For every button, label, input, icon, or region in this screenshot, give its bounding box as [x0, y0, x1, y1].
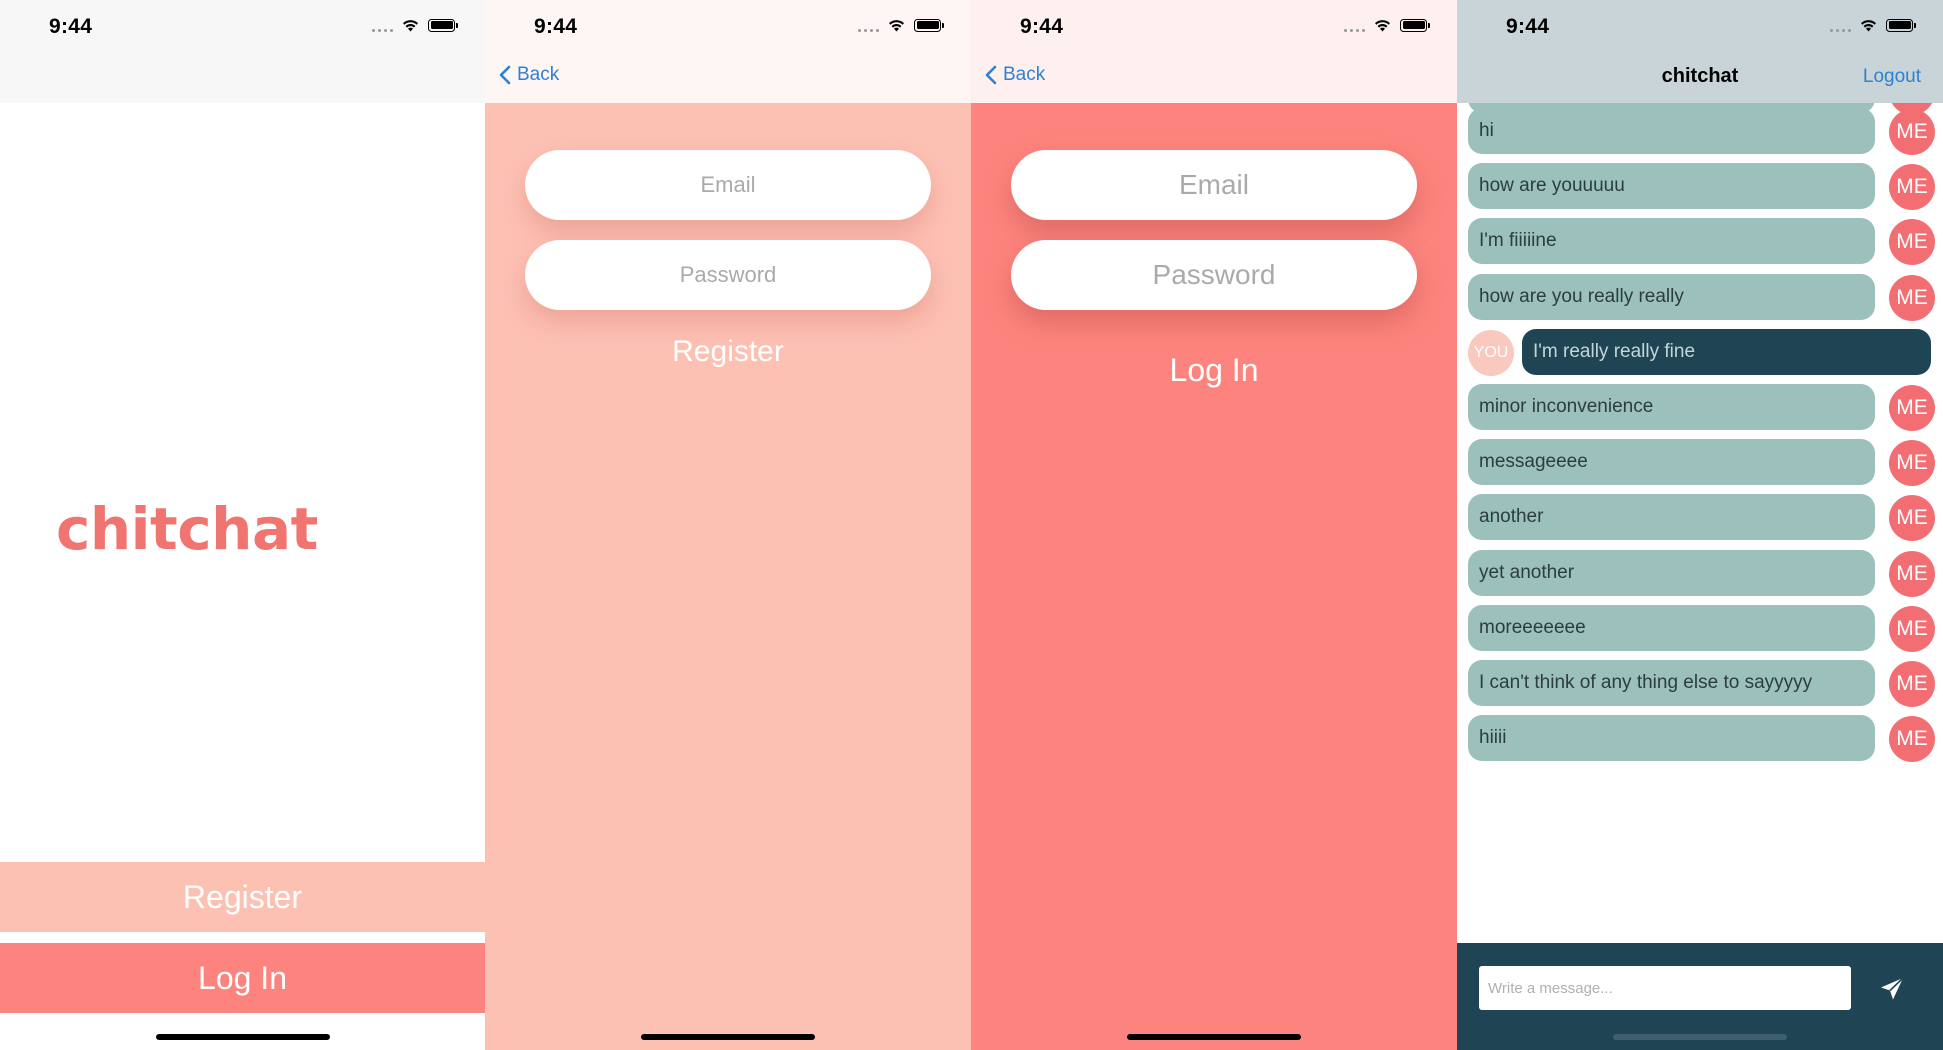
message-row: how are you really really ME	[1457, 273, 1943, 322]
register-button[interactable]: Register	[0, 862, 485, 932]
wifi-icon	[1375, 20, 1390, 32]
message-row: hi ME	[1457, 108, 1943, 156]
message-bubble: another	[1468, 494, 1875, 541]
message-bubble: I can't think of any thing else to sayyy…	[1468, 660, 1875, 706]
cellular-signal-icon	[1344, 18, 1365, 32]
message-bubble: hi	[1468, 108, 1875, 154]
battery-icon	[914, 18, 944, 32]
avatar-me: ME	[1889, 274, 1935, 321]
message-row: minor inconvenience ME	[1457, 384, 1943, 432]
avatar-me: ME	[1889, 385, 1935, 431]
battery-icon	[1886, 18, 1916, 32]
message-bubble: messageeee	[1468, 439, 1875, 486]
message-input[interactable]	[1479, 966, 1851, 1010]
home-indicator[interactable]	[1613, 1034, 1787, 1040]
status-icons	[1344, 18, 1430, 32]
avatar-me: ME	[1889, 605, 1935, 652]
status-icons	[372, 18, 458, 32]
status-time: 9:44	[534, 15, 578, 38]
password-field[interactable]	[525, 240, 931, 310]
wifi-icon	[403, 20, 418, 32]
message-row: how are youuuuu ME	[1457, 163, 1943, 211]
message-row: moreeeeeee ME	[1457, 604, 1943, 653]
message-list[interactable]: hi ME how are youuuuu ME I'm fiiiiine ME how a…	[1457, 103, 1943, 943]
message-bubble: minor inconvenience	[1468, 384, 1875, 430]
wifi-icon	[889, 20, 904, 32]
login-submit-button[interactable]: Log In	[971, 352, 1457, 389]
avatar-me: ME	[1889, 440, 1935, 487]
chevron-left-icon	[985, 65, 997, 85]
status-time: 9:44	[1506, 15, 1550, 38]
message-row: yet another ME	[1457, 549, 1943, 598]
avatar-me: ME	[1889, 550, 1935, 597]
app-logo-text: chitchat	[56, 495, 318, 563]
avatar-me: ME	[1889, 495, 1935, 542]
message-bubble: how are youuuuu	[1468, 163, 1875, 210]
status-time: 9:44	[1020, 15, 1064, 38]
message-row: I can't think of any thing else to sayyy…	[1457, 660, 1943, 708]
logout-button[interactable]: Logout	[1863, 66, 1921, 88]
login-button[interactable]: Log In	[0, 943, 485, 1013]
avatar-me: ME	[1889, 661, 1935, 707]
paper-plane-icon[interactable]	[1877, 974, 1907, 1004]
cellular-signal-icon	[372, 18, 393, 32]
status-bar: 9:44	[0, 0, 485, 103]
avatar-me: ME	[1889, 219, 1935, 266]
navigation-bar: 9:44 chitchat Logout	[1457, 0, 1943, 103]
status-icons	[1830, 18, 1916, 32]
message-bubble: I'm really really fine	[1522, 328, 1931, 375]
status-icons	[858, 18, 944, 32]
message-bubble: how are you really really	[1468, 273, 1875, 320]
message-row: I'm really really fine YOU	[1457, 328, 1943, 377]
message-bubble: I'm fiiiiine	[1468, 218, 1875, 265]
login-screen: 9:44 Back Log In	[971, 0, 1457, 1050]
message-bubble: moreeeeeee	[1468, 604, 1875, 651]
message-bubble: yet another	[1468, 549, 1875, 596]
navigation-bar: 9:44 Back	[485, 0, 971, 103]
back-label: Back	[517, 64, 560, 85]
navigation-bar: 9:44 Back	[971, 0, 1457, 103]
avatar-me: ME	[1889, 109, 1935, 155]
message-composer	[1457, 943, 1943, 1050]
back-button[interactable]: Back	[985, 64, 1045, 86]
battery-icon	[428, 18, 458, 32]
register-submit-button[interactable]: Register	[485, 335, 971, 369]
battery-icon	[1400, 18, 1430, 32]
cellular-signal-icon	[1830, 18, 1851, 32]
back-button[interactable]: Back	[499, 64, 559, 86]
chat-screen: hi ME how are youuuuu ME I'm fiiiiine ME how a…	[1457, 0, 1943, 1050]
password-field[interactable]	[1011, 240, 1417, 310]
cellular-signal-icon	[858, 18, 879, 32]
message-row: another ME	[1457, 494, 1943, 542]
register-screen: 9:44 Back Register	[485, 0, 971, 1050]
chevron-left-icon	[499, 65, 511, 85]
back-label: Back	[1003, 64, 1046, 85]
message-bubble: hiiii	[1468, 715, 1875, 762]
home-indicator[interactable]	[641, 1034, 815, 1040]
welcome-screen: 9:44 chitchat Register Log In	[0, 0, 485, 1050]
message-row: hiiii ME	[1457, 715, 1943, 763]
email-field[interactable]	[1011, 150, 1417, 220]
avatar-you: YOU	[1468, 329, 1514, 376]
wifi-icon	[1861, 20, 1876, 32]
home-indicator[interactable]	[155, 1034, 330, 1040]
email-field[interactable]	[525, 150, 931, 220]
home-indicator[interactable]	[1127, 1034, 1301, 1040]
message-row: messageeee ME	[1457, 439, 1943, 487]
avatar-me: ME	[1889, 716, 1935, 763]
status-time: 9:44	[49, 15, 93, 38]
message-row: I'm fiiiiine ME	[1457, 218, 1943, 266]
avatar-me: ME	[1889, 164, 1935, 211]
